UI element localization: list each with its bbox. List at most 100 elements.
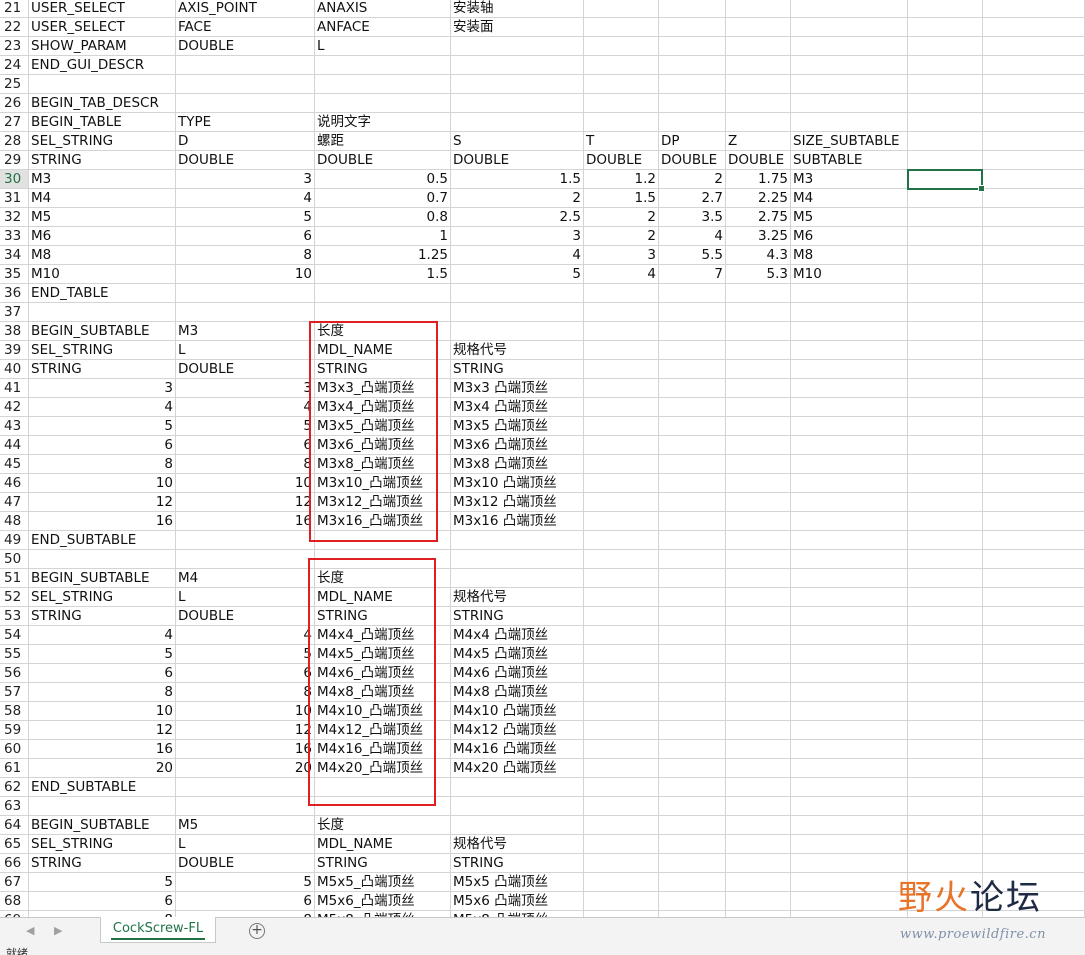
grid-cell[interactable] (726, 493, 791, 512)
grid-cell[interactable]: 4.3 (726, 246, 791, 265)
grid-cell[interactable]: M3 (791, 170, 908, 189)
grid-cell[interactable]: 8 (29, 683, 176, 702)
grid-cell[interactable] (451, 75, 584, 94)
grid-cell[interactable] (908, 398, 983, 417)
row-header[interactable]: 39 (0, 341, 29, 360)
grid-cell[interactable]: M3 (176, 322, 315, 341)
grid-cell[interactable] (908, 18, 983, 37)
row-header[interactable]: 31 (0, 189, 29, 208)
grid-cell[interactable]: 10 (176, 702, 315, 721)
grid-cell[interactable] (659, 645, 726, 664)
grid-cell[interactable]: DOUBLE (659, 151, 726, 170)
grid-cell[interactable]: 说明文字 (315, 113, 451, 132)
grid-cell[interactable]: 2.5 (451, 208, 584, 227)
grid-cell[interactable] (659, 37, 726, 56)
grid-cell[interactable]: 16 (176, 740, 315, 759)
grid-cell[interactable] (726, 664, 791, 683)
grid-cell[interactable]: M4x6 凸端顶丝 (451, 664, 584, 683)
grid-cell[interactable] (791, 113, 908, 132)
grid-cell[interactable] (726, 379, 791, 398)
row-header[interactable]: 26 (0, 94, 29, 113)
grid-cell[interactable] (659, 75, 726, 94)
grid-cell[interactable] (726, 94, 791, 113)
grid-cell[interactable]: DOUBLE (176, 854, 315, 873)
grid-cell[interactable]: 4 (176, 626, 315, 645)
grid-cell[interactable]: M5x6 凸端顶丝 (451, 892, 584, 911)
grid-cell[interactable] (659, 113, 726, 132)
grid-cell[interactable] (908, 113, 983, 132)
grid-cell[interactable] (908, 189, 983, 208)
row-header[interactable]: 37 (0, 303, 29, 322)
grid-cell[interactable] (584, 759, 659, 778)
grid-cell[interactable]: M4x8 凸端顶丝 (451, 683, 584, 702)
grid-cell[interactable]: T (584, 132, 659, 151)
grid-cell[interactable] (791, 816, 908, 835)
row-header[interactable]: 22 (0, 18, 29, 37)
grid-cell[interactable] (983, 94, 1085, 113)
grid-cell[interactable] (983, 550, 1085, 569)
grid-cell[interactable]: M10 (791, 265, 908, 284)
grid-cell[interactable]: 4 (176, 398, 315, 417)
grid-cell[interactable] (983, 37, 1085, 56)
grid-cell[interactable] (983, 170, 1085, 189)
grid-cell[interactable] (908, 683, 983, 702)
row-header[interactable]: 40 (0, 360, 29, 379)
grid-cell[interactable] (983, 588, 1085, 607)
grid-cell[interactable] (983, 816, 1085, 835)
grid-cell[interactable] (983, 645, 1085, 664)
grid-cell[interactable]: M3x10 凸端顶丝 (451, 474, 584, 493)
grid-cell[interactable]: 4 (29, 626, 176, 645)
grid-cell[interactable] (726, 550, 791, 569)
grid-cell[interactable] (451, 816, 584, 835)
grid-cell[interactable] (315, 56, 451, 75)
grid-cell[interactable] (983, 56, 1085, 75)
grid-cell[interactable] (584, 816, 659, 835)
grid-cell[interactable]: L (315, 37, 451, 56)
grid-cell[interactable]: M4x20_凸端顶丝 (315, 759, 451, 778)
grid-cell[interactable]: M3x12 凸端顶丝 (451, 493, 584, 512)
grid-cell[interactable] (659, 835, 726, 854)
row-header[interactable]: 28 (0, 132, 29, 151)
grid-cell[interactable] (726, 835, 791, 854)
grid-cell[interactable] (983, 797, 1085, 816)
grid-cell[interactable] (726, 645, 791, 664)
grid-cell[interactable] (584, 341, 659, 360)
grid-cell[interactable] (584, 0, 659, 18)
grid-cell[interactable]: DOUBLE (176, 151, 315, 170)
grid-cell[interactable]: 安装轴 (451, 0, 584, 18)
grid-cell[interactable] (29, 797, 176, 816)
grid-cell[interactable] (726, 284, 791, 303)
row-header[interactable]: 64 (0, 816, 29, 835)
grid-cell[interactable]: 5 (176, 873, 315, 892)
grid-cell[interactable]: L (176, 341, 315, 360)
grid-cell[interactable] (726, 873, 791, 892)
grid-cell[interactable] (659, 550, 726, 569)
grid-cell[interactable]: 长度 (315, 322, 451, 341)
grid-cell[interactable]: DOUBLE (584, 151, 659, 170)
grid-cell[interactable] (908, 531, 983, 550)
row-header[interactable]: 53 (0, 607, 29, 626)
grid-cell[interactable] (983, 398, 1085, 417)
grid-cell[interactable] (659, 702, 726, 721)
grid-cell[interactable]: ANAXIS (315, 0, 451, 18)
grid-cell[interactable]: 10 (29, 702, 176, 721)
grid-cell[interactable] (908, 493, 983, 512)
grid-cell[interactable]: DOUBLE (315, 151, 451, 170)
grid-cell[interactable] (908, 759, 983, 778)
grid-cell[interactable] (726, 569, 791, 588)
row-header[interactable]: 30 (0, 170, 29, 189)
grid-cell[interactable]: STRING (315, 607, 451, 626)
grid-cell[interactable] (908, 341, 983, 360)
grid-cell[interactable] (791, 436, 908, 455)
grid-cell[interactable] (908, 588, 983, 607)
grid-cell[interactable] (315, 778, 451, 797)
grid-cell[interactable]: M4x4_凸端顶丝 (315, 626, 451, 645)
grid-cell[interactable] (659, 455, 726, 474)
grid-cell[interactable]: 3 (451, 227, 584, 246)
grid-cell[interactable] (726, 18, 791, 37)
grid-cell[interactable]: 6 (29, 892, 176, 911)
grid-cell[interactable] (315, 531, 451, 550)
grid-cell[interactable] (983, 778, 1085, 797)
grid-cell[interactable] (791, 664, 908, 683)
grid-cell[interactable] (908, 208, 983, 227)
